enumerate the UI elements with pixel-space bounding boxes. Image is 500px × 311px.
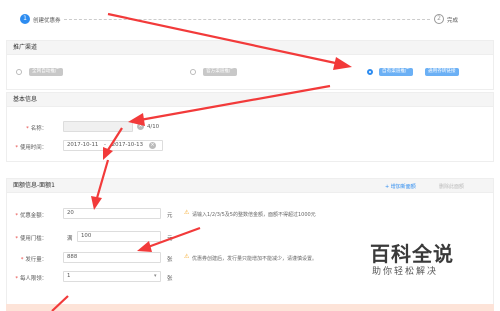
arrow-to-issue [137, 226, 201, 252]
arrow-bottom [51, 295, 69, 311]
annotation-arrows [51, 12, 352, 311]
arrow-to-date [103, 127, 123, 160]
arrow-to-channel [107, 12, 352, 70]
arrow-to-amount [91, 159, 110, 210]
arrow-to-name [128, 84, 331, 126]
